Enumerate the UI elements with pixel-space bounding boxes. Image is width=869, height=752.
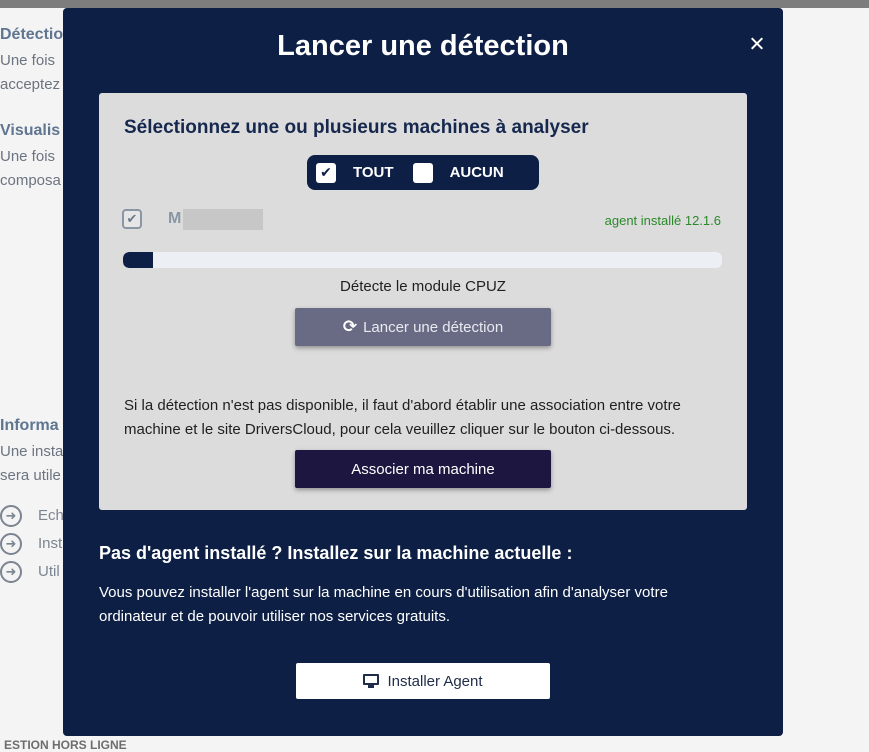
bg-heading-visualisation: Visualis (0, 122, 61, 139)
bg-text-line: acceptez (0, 76, 61, 93)
select-toggle-bar: ✔ TOUT AUCUN (307, 155, 539, 190)
bg-heading-information: Informa (0, 417, 59, 434)
bg-text-line: composa (0, 172, 61, 189)
agent-status-label: agent installé 12.1.6 (604, 213, 721, 228)
association-info-text: Si la détection n'est pas disponible, il… (124, 397, 681, 438)
monitor-icon (363, 674, 380, 688)
agent-section-title: Pas d'agent installé ? Installez sur la … (99, 543, 573, 563)
select-none-checkbox[interactable] (412, 162, 433, 183)
bg-heading-detection: Détectio (0, 26, 64, 43)
bg-bullet-text: Inst (38, 535, 63, 552)
bg-text-line: Une insta (0, 443, 64, 460)
agent-section-description: Vous pouvez installer l'agent sur la mac… (99, 584, 668, 625)
progress-status-text: Détecte le module CPUZ (340, 278, 506, 295)
bg-footer-heading: ESTION HORS LIGNE (4, 738, 127, 752)
detection-modal: Lancer une détection Sélectionnez une ou… (63, 8, 783, 736)
machine-checkbox[interactable]: ✔ (122, 209, 142, 229)
modal-title: Lancer une détection (277, 30, 569, 62)
refresh-icon: ⟳ (342, 317, 358, 336)
launch-detection-label: Lancer une détection (363, 318, 504, 336)
bg-bullet-text: Util (38, 563, 60, 580)
arrow-circle-icon: ➜ (0, 561, 22, 583)
select-all-checkbox[interactable]: ✔ (316, 162, 336, 183)
panel-title: Sélectionnez une ou plusieurs machines à… (124, 117, 589, 138)
install-agent-label: Installer Agent (387, 672, 483, 690)
select-none-label[interactable]: AUCUN (450, 164, 504, 181)
associate-machine-button[interactable]: Associer ma machine (295, 450, 551, 488)
select-all-label[interactable]: TOUT (353, 164, 394, 181)
bg-text-line: sera utile (0, 467, 61, 484)
detection-progress-bar (123, 252, 722, 268)
bg-text-line: Une fois (0, 52, 56, 69)
launch-detection-button[interactable]: ⟳ Lancer une détection (295, 308, 551, 346)
install-agent-button[interactable]: Installer Agent (296, 663, 550, 699)
machine-name-redacted (183, 209, 263, 230)
machine-selection-panel: Sélectionnez une ou plusieurs machines à… (99, 93, 747, 510)
bg-bullet-text: Ech (38, 507, 64, 524)
close-icon[interactable] (747, 34, 767, 54)
progress-fill (123, 252, 153, 268)
arrow-circle-icon: ➜ (0, 505, 22, 527)
machine-name: M (168, 210, 182, 227)
bg-text-line: Une fois (0, 148, 56, 165)
background-top-bar (0, 0, 869, 8)
arrow-circle-icon: ➜ (0, 533, 22, 555)
